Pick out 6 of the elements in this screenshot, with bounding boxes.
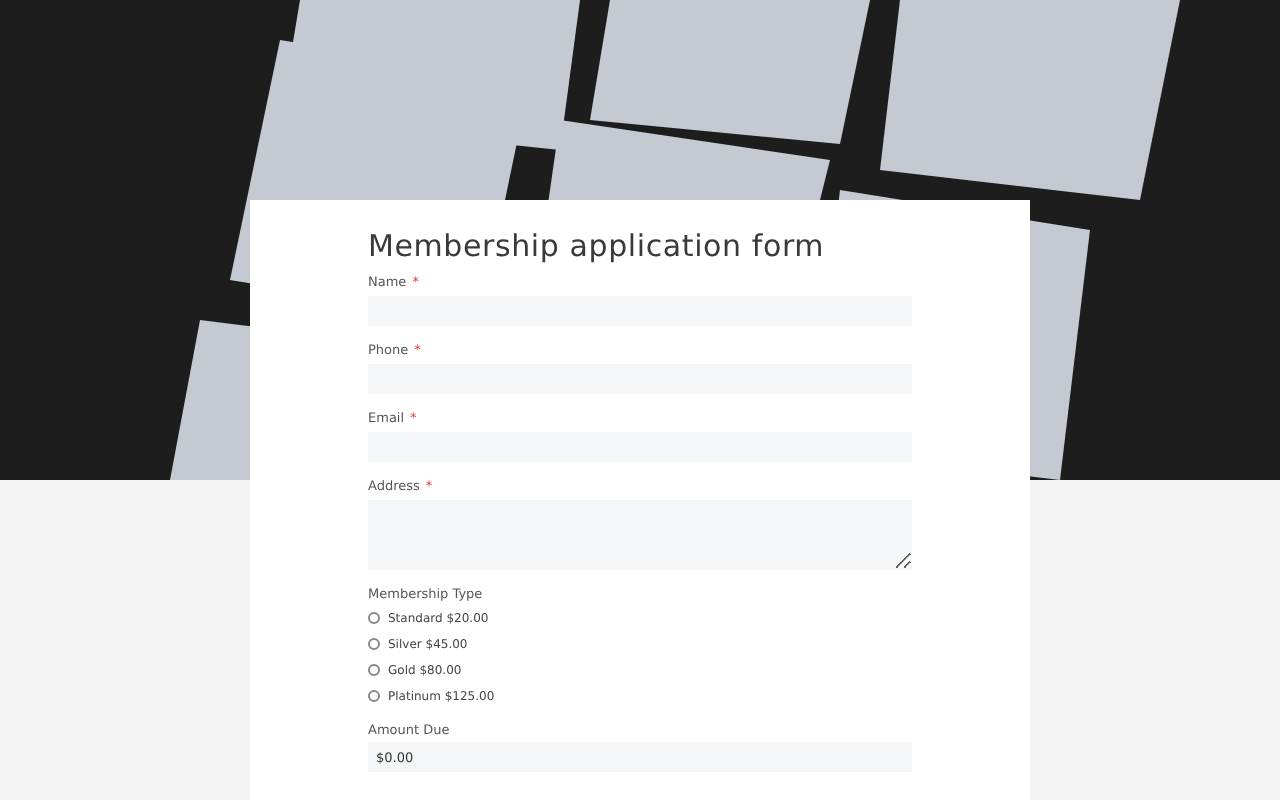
radio-button[interactable] [368,664,380,676]
radio-button[interactable] [368,612,380,624]
radio-button[interactable] [368,638,380,650]
radio-button[interactable] [368,690,380,702]
form-title: Membership application form [368,228,827,264]
address-field[interactable] [368,500,912,570]
